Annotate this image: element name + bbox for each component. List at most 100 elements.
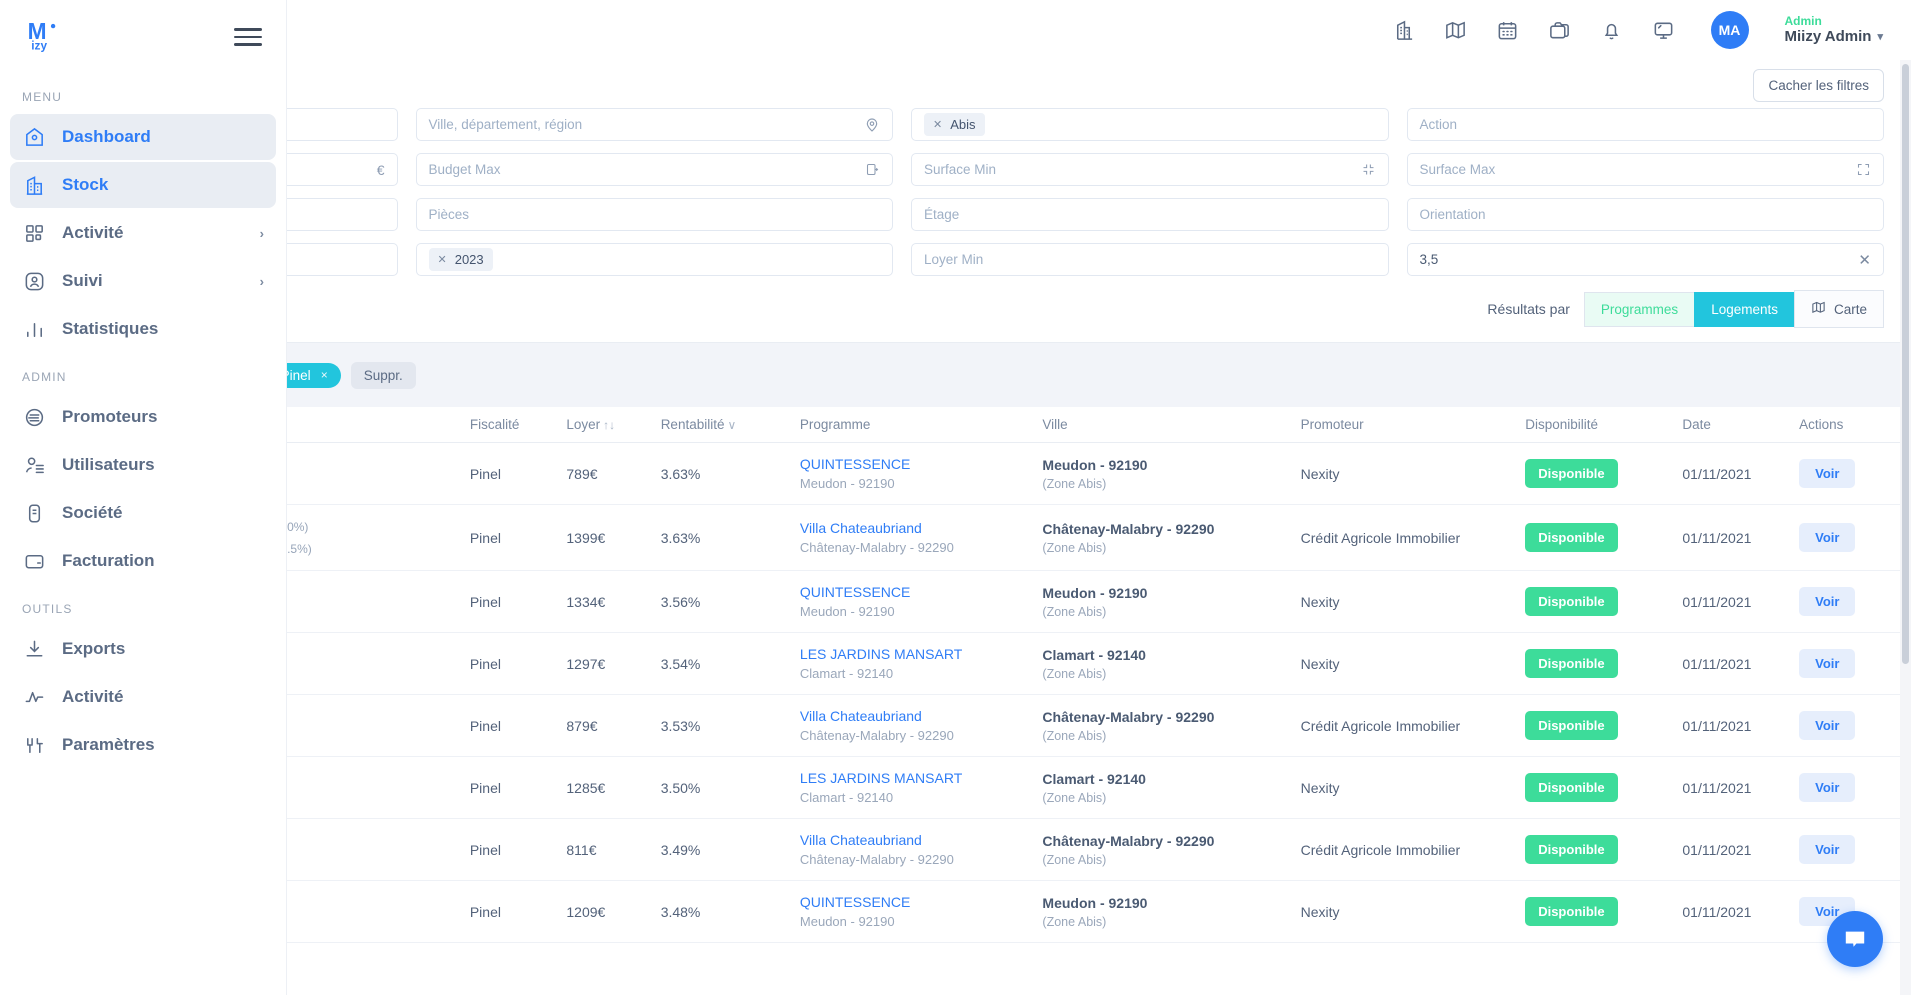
view-button[interactable]: Voir [1799, 649, 1856, 678]
filter-zone[interactable]: ✕ Abis [911, 108, 1389, 141]
logo-icon[interactable]: M izy [22, 15, 66, 59]
scrollbar-thumb[interactable] [1902, 64, 1909, 664]
filter-budget-max[interactable]: Budget Max [415, 153, 893, 186]
programme-link[interactable]: QUINTESSENCE [800, 584, 1027, 600]
user-menu[interactable]: Admin Miizy Admin ▾ [1785, 14, 1883, 46]
chevron-down-icon[interactable]: ▾ [1877, 28, 1883, 46]
sidebar-item-activite[interactable]: Activité [10, 674, 276, 720]
programme-link[interactable]: QUINTESSENCE [800, 894, 1027, 910]
filter-localisation[interactable]: Ville, département, région [415, 108, 893, 141]
col-rentabilite[interactable]: Rentabilité ∨ [652, 407, 792, 443]
segment-logements[interactable]: Logements [1694, 291, 1794, 327]
col-promoteur[interactable]: Promoteur [1292, 407, 1518, 443]
monitor-icon[interactable] [1651, 17, 1677, 43]
col-loyer[interactable]: Loyer ↑↓ [558, 407, 653, 443]
sidebar-item-facturation[interactable]: Facturation [10, 538, 276, 584]
col-disponibilite[interactable]: Disponibilité [1517, 407, 1675, 443]
programme-link[interactable]: Villa Chateaubriand [800, 520, 1027, 536]
cell-actions: Voir [1791, 632, 1908, 695]
cell-programme[interactable]: Villa Chateaubriand Châtenay-Malabry - 92… [791, 694, 1035, 757]
cell-programme[interactable]: QUINTESSENCE Meudon - 92190 [791, 570, 1035, 633]
map-icon[interactable] [1443, 17, 1469, 43]
view-button[interactable]: Voir [1799, 835, 1856, 864]
chevron-right-icon[interactable]: › [260, 274, 264, 289]
calendar-icon[interactable] [1495, 17, 1521, 43]
filter-livraison[interactable]: ✕ 2023 [415, 243, 893, 276]
menu-toggle-icon[interactable] [234, 22, 264, 52]
cell-loyer: 1297€ [558, 632, 653, 695]
sidebar-item-stock[interactable]: Stock [10, 162, 276, 208]
filter-pieces[interactable]: Pièces [415, 198, 893, 231]
folders-icon[interactable] [1547, 17, 1573, 43]
view-button[interactable]: Voir [1799, 523, 1856, 552]
cell-programme[interactable]: LES JARDINS MANSART Clamart - 92140 [791, 756, 1035, 819]
programme-link[interactable]: Villa Chateaubriand [800, 832, 1027, 848]
cell-programme[interactable]: Villa Chateaubriand Châtenay-Malabry - 92… [791, 504, 1035, 571]
view-button[interactable]: Voir [1799, 711, 1856, 740]
col-ville[interactable]: Ville [1034, 407, 1293, 443]
filter-surface-max[interactable]: Surface Max [1406, 153, 1884, 186]
circle-lines-icon [22, 405, 46, 429]
filter-etage[interactable]: Étage [911, 198, 1389, 231]
cell-rentabilite: 3.54% [652, 632, 792, 695]
filter-action-placeholder: Action [1419, 117, 1458, 132]
cell-rentabilite: 3.63% [652, 442, 792, 505]
clear-all-filters-button[interactable]: Suppr. [350, 361, 416, 389]
chat-bubble-icon[interactable] [1827, 911, 1883, 967]
programme-link[interactable]: LES JARDINS MANSART [800, 770, 1027, 786]
programme-link[interactable]: QUINTESSENCE [800, 456, 1027, 472]
sidebar-item-parametres[interactable]: Paramètres [10, 722, 276, 768]
cell-programme[interactable]: QUINTESSENCE Meudon - 92190 [791, 442, 1035, 505]
view-button[interactable]: Voir [1799, 459, 1856, 488]
building-icon[interactable] [1391, 17, 1417, 43]
col-fiscalite-label: Fiscalité [469, 417, 520, 432]
sidebar-item-suivi[interactable]: Suivi › [10, 258, 276, 304]
cell-promoteur: Nexity [1292, 756, 1518, 819]
sidebar-item-statistiques[interactable]: Statistiques [10, 306, 276, 352]
remove-livraison-tag-icon[interactable]: ✕ [438, 253, 447, 266]
vertical-scrollbar[interactable] [1900, 60, 1911, 995]
col-fiscalite[interactable]: Fiscalité [461, 407, 559, 443]
hide-filters-button[interactable]: Cacher les filtres [1753, 69, 1884, 102]
bell-icon[interactable] [1599, 17, 1625, 43]
sort-desc-icon[interactable]: ∨ [727, 418, 736, 432]
sort-icon[interactable]: ↑↓ [603, 418, 615, 432]
col-date[interactable]: Date [1674, 407, 1792, 443]
cell-programme[interactable]: Villa Chateaubriand Châtenay-Malabry - 92… [791, 818, 1035, 881]
cell-promoteur: Nexity [1292, 570, 1518, 633]
col-programme[interactable]: Programme [791, 407, 1035, 443]
sidebar-item-utilisateurs[interactable]: Utilisateurs [10, 442, 276, 488]
remove-zone-tag-icon[interactable]: ✕ [933, 118, 942, 131]
sidebar-item-dashboard[interactable]: Dashboard [10, 114, 276, 160]
sidebar-nav: MENU Dashboard Stock Activité › Suivi › Statist… [0, 74, 286, 768]
segment-carte[interactable]: Carte [1793, 290, 1884, 328]
filter-action[interactable]: Action [1406, 108, 1884, 141]
segment-programmes[interactable]: Programmes [1583, 291, 1695, 327]
sidebar-item-promoteurs[interactable]: Promoteurs [10, 394, 276, 440]
view-button[interactable]: Voir [1799, 587, 1856, 616]
coins-icon [865, 162, 880, 177]
chip-fiscalites-close-icon[interactable]: × [321, 368, 328, 382]
view-button[interactable]: Voir [1799, 773, 1856, 802]
chevron-right-icon[interactable]: › [260, 226, 264, 241]
filter-zone-tag[interactable]: ✕ Abis [924, 113, 985, 136]
sidebar-item-activite[interactable]: Activité › [10, 210, 276, 256]
filter-loyer-min[interactable]: Loyer Min [911, 243, 1389, 276]
clear-icon[interactable]: ✕ [1858, 251, 1871, 269]
cell-programme[interactable]: QUINTESSENCE Meudon - 92190 [791, 880, 1035, 943]
cell-date: 01/11/2021 [1674, 818, 1792, 881]
filter-surface-min[interactable]: Surface Min [911, 153, 1389, 186]
sidebar-section-title: ADMIN [22, 370, 67, 384]
filter-orientation[interactable]: Orientation [1406, 198, 1884, 231]
programme-link[interactable]: LES JARDINS MANSART [800, 646, 1027, 662]
filter-rentabilite-min[interactable]: 3,5 ✕ [1406, 243, 1884, 276]
filter-livraison-tag[interactable]: ✕ 2023 [428, 248, 493, 271]
sidebar-item-societe[interactable]: Société [10, 490, 276, 536]
avatar[interactable]: MA [1710, 11, 1749, 49]
sidebar-item-exports[interactable]: Exports [10, 626, 276, 672]
ville-name: Clamart - 92140 [1042, 770, 1146, 787]
programme-link[interactable]: Villa Chateaubriand [800, 708, 1027, 724]
cell-programme[interactable]: LES JARDINS MANSART Clamart - 92140 [791, 632, 1035, 695]
cell-disponibilite: Disponible [1517, 880, 1675, 943]
cell-disponibilite: Disponible [1517, 694, 1675, 757]
